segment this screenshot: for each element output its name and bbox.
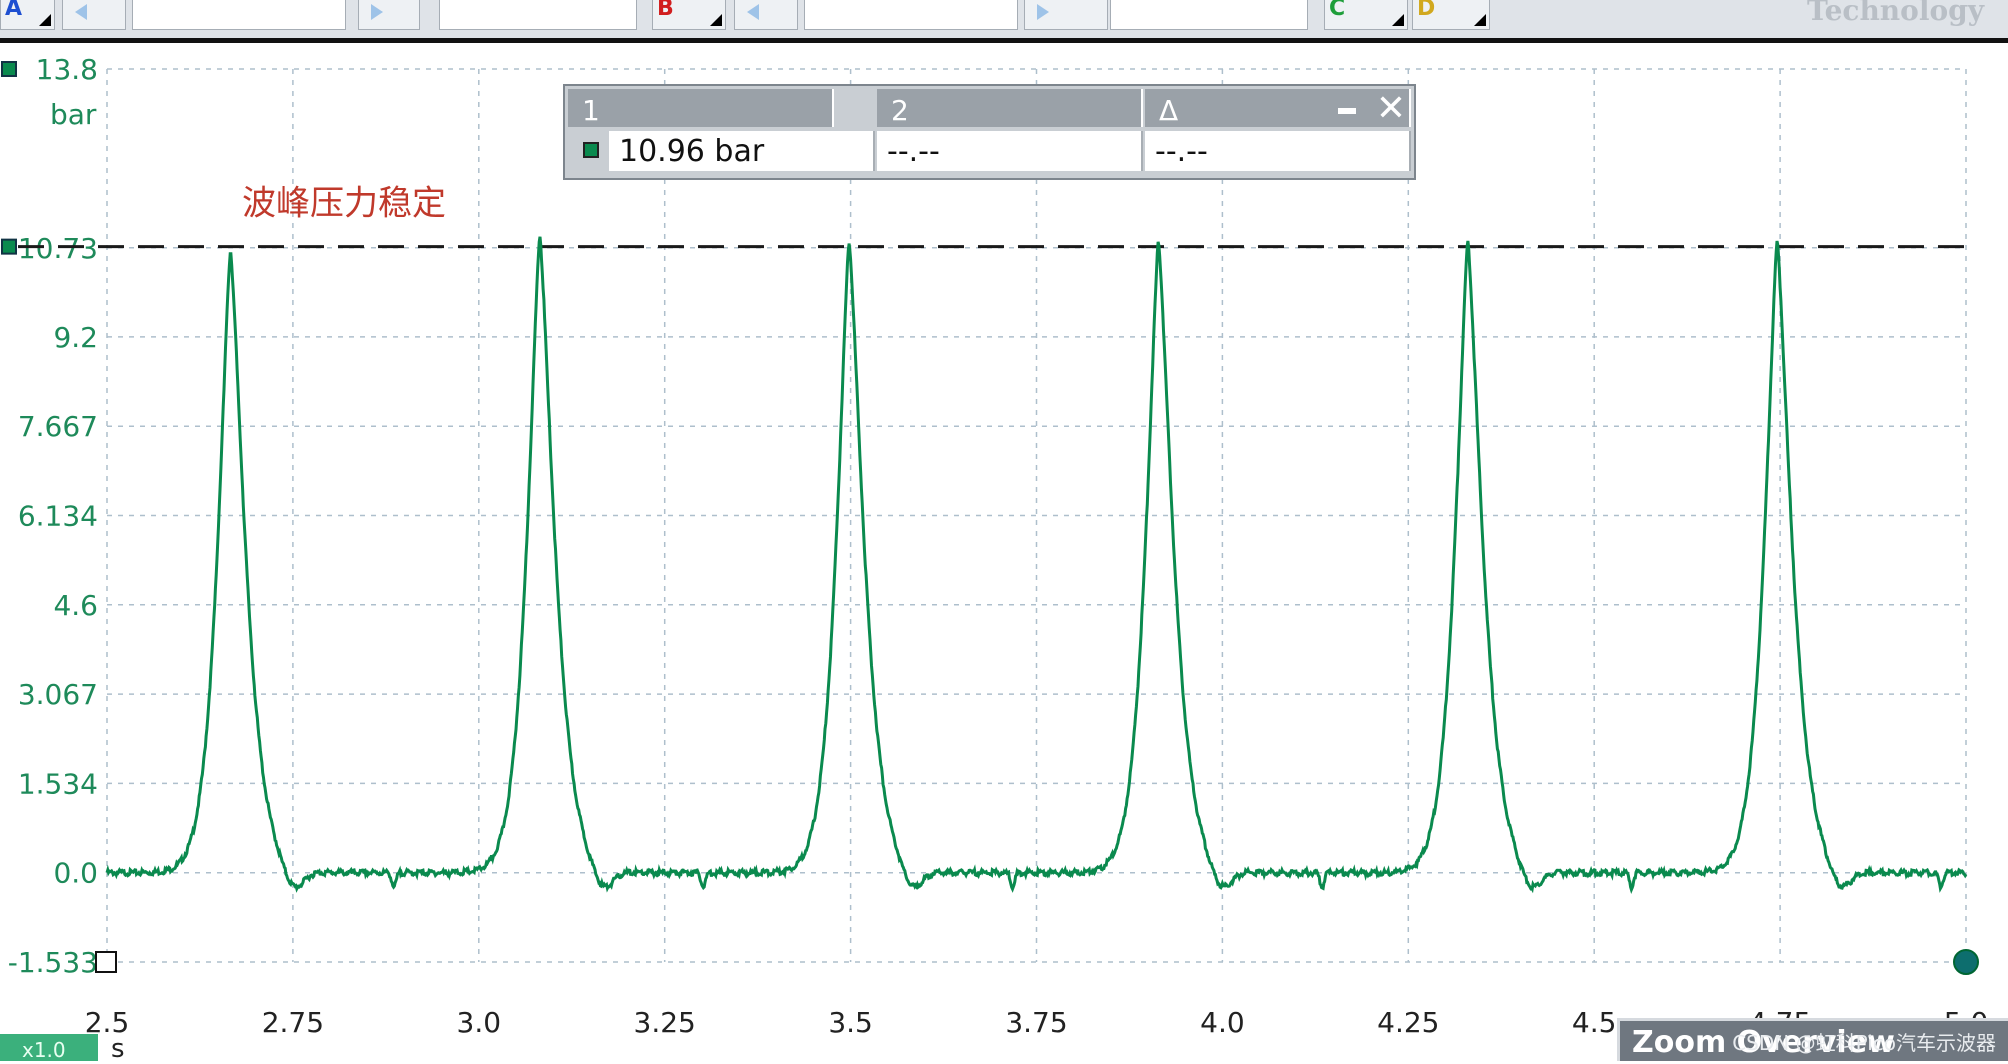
y-tick-label: 4.6 xyxy=(53,589,98,622)
channel-d-button[interactable]: D xyxy=(1412,0,1490,30)
brand-logo-text: Technology xyxy=(1806,0,1984,27)
x-tick-label: 2.75 xyxy=(262,1006,324,1039)
arrow-left-icon xyxy=(75,4,87,20)
dropdown-corner-icon xyxy=(1474,14,1486,26)
y-unit-label: bar xyxy=(50,98,97,131)
y-tick-label: 7.667 xyxy=(18,410,98,443)
x-tick-label: 4.5 xyxy=(1572,1006,1617,1039)
coupling-select-b[interactable] xyxy=(1110,0,1308,30)
dropdown-corner-icon xyxy=(39,14,51,26)
close-icon[interactable]: ✕ xyxy=(1376,88,1406,129)
meas-header-delta: Δ xyxy=(1145,89,1411,127)
y-tick-label: 1.534 xyxy=(18,767,98,800)
next-range-button[interactable] xyxy=(358,0,420,30)
zoom-overview-panel[interactable]: Zoom Overview CSDN @虹科Pico汽车示波器 xyxy=(1617,1018,2008,1061)
prev-range-button-b[interactable] xyxy=(734,0,798,30)
y-tick-label: 13.8 xyxy=(36,53,98,86)
meas-value-2: --.-- xyxy=(877,131,1143,171)
x-tick-label: 3.5 xyxy=(828,1006,873,1039)
x-tick-label: 4.25 xyxy=(1377,1006,1439,1039)
scale-badge[interactable]: x1.0 xyxy=(0,1034,98,1062)
dropdown-corner-icon xyxy=(710,14,722,26)
peak-annotation: 波峰压力稳定 xyxy=(242,184,446,224)
y-tick-label: -1.533 xyxy=(8,946,98,979)
y-tick-label: 3.067 xyxy=(18,678,98,711)
scale-badge-label: x1.0 xyxy=(22,1038,66,1062)
y-tick-label: 0.0 xyxy=(53,857,98,890)
dropdown-corner-icon xyxy=(1392,14,1404,26)
channel-swatch xyxy=(583,142,599,158)
channel-c-letter: C xyxy=(1329,0,1346,21)
scale-marker-bottom[interactable] xyxy=(95,951,117,973)
channel-b-button[interactable]: B xyxy=(652,0,726,30)
meas-header-2: 2 xyxy=(877,89,1143,127)
coupling-select-a[interactable] xyxy=(439,0,637,30)
arrow-right-icon xyxy=(371,4,383,20)
y-axis-ticks: 13.8 10.73 9.2 7.667 6.134 4.6 3.067 1.534 0.0 -1… xyxy=(8,53,98,979)
meas-header-1: 1 xyxy=(568,89,834,127)
channel-a-button[interactable]: A xyxy=(0,0,55,30)
measurements-panel[interactable]: 1 2 Δ ✕ 10.96 bar --.-- --.-- xyxy=(563,84,1416,180)
prev-range-button[interactable] xyxy=(62,0,126,30)
channel-a-letter: A xyxy=(5,0,23,21)
minimize-icon[interactable] xyxy=(1338,108,1356,114)
x-tick-label: 3.0 xyxy=(457,1006,502,1039)
x-tick-label: 3.75 xyxy=(1005,1006,1067,1039)
meas-value-1: 10.96 bar xyxy=(609,131,875,171)
y-tick-label: 6.134 xyxy=(18,499,98,532)
next-range-button-b[interactable] xyxy=(1024,0,1108,30)
y-tick-label: 10.73 xyxy=(18,232,98,265)
scope-chart: 13.8 10.73 9.2 7.667 6.134 4.6 3.067 1.534 0.0 -1… xyxy=(1,53,1988,1039)
range-select-b[interactable] xyxy=(804,0,1018,30)
channel-b-letter: B xyxy=(657,0,674,21)
meas-value-delta: --.-- xyxy=(1145,131,1411,171)
channel-d-letter: D xyxy=(1417,0,1436,21)
watermark-text: CSDN @虹科Pico汽车示波器 xyxy=(1732,1031,1996,1055)
arrow-left-icon xyxy=(747,4,759,20)
channel-marker-top[interactable] xyxy=(1,61,17,77)
arrow-right-icon xyxy=(1037,4,1049,20)
time-ruler-handle[interactable] xyxy=(1953,949,1979,975)
x-tick-label: 3.25 xyxy=(634,1006,696,1039)
x-unit-label: s xyxy=(111,1034,125,1064)
range-select-a[interactable] xyxy=(132,0,346,30)
y-tick-label: 9.2 xyxy=(53,321,98,354)
channel-c-button[interactable]: C xyxy=(1324,0,1408,30)
x-tick-label: 4.0 xyxy=(1200,1006,1245,1039)
ruler-handle[interactable] xyxy=(1,238,17,255)
toolbar: A B C D Technology xyxy=(0,0,2008,43)
